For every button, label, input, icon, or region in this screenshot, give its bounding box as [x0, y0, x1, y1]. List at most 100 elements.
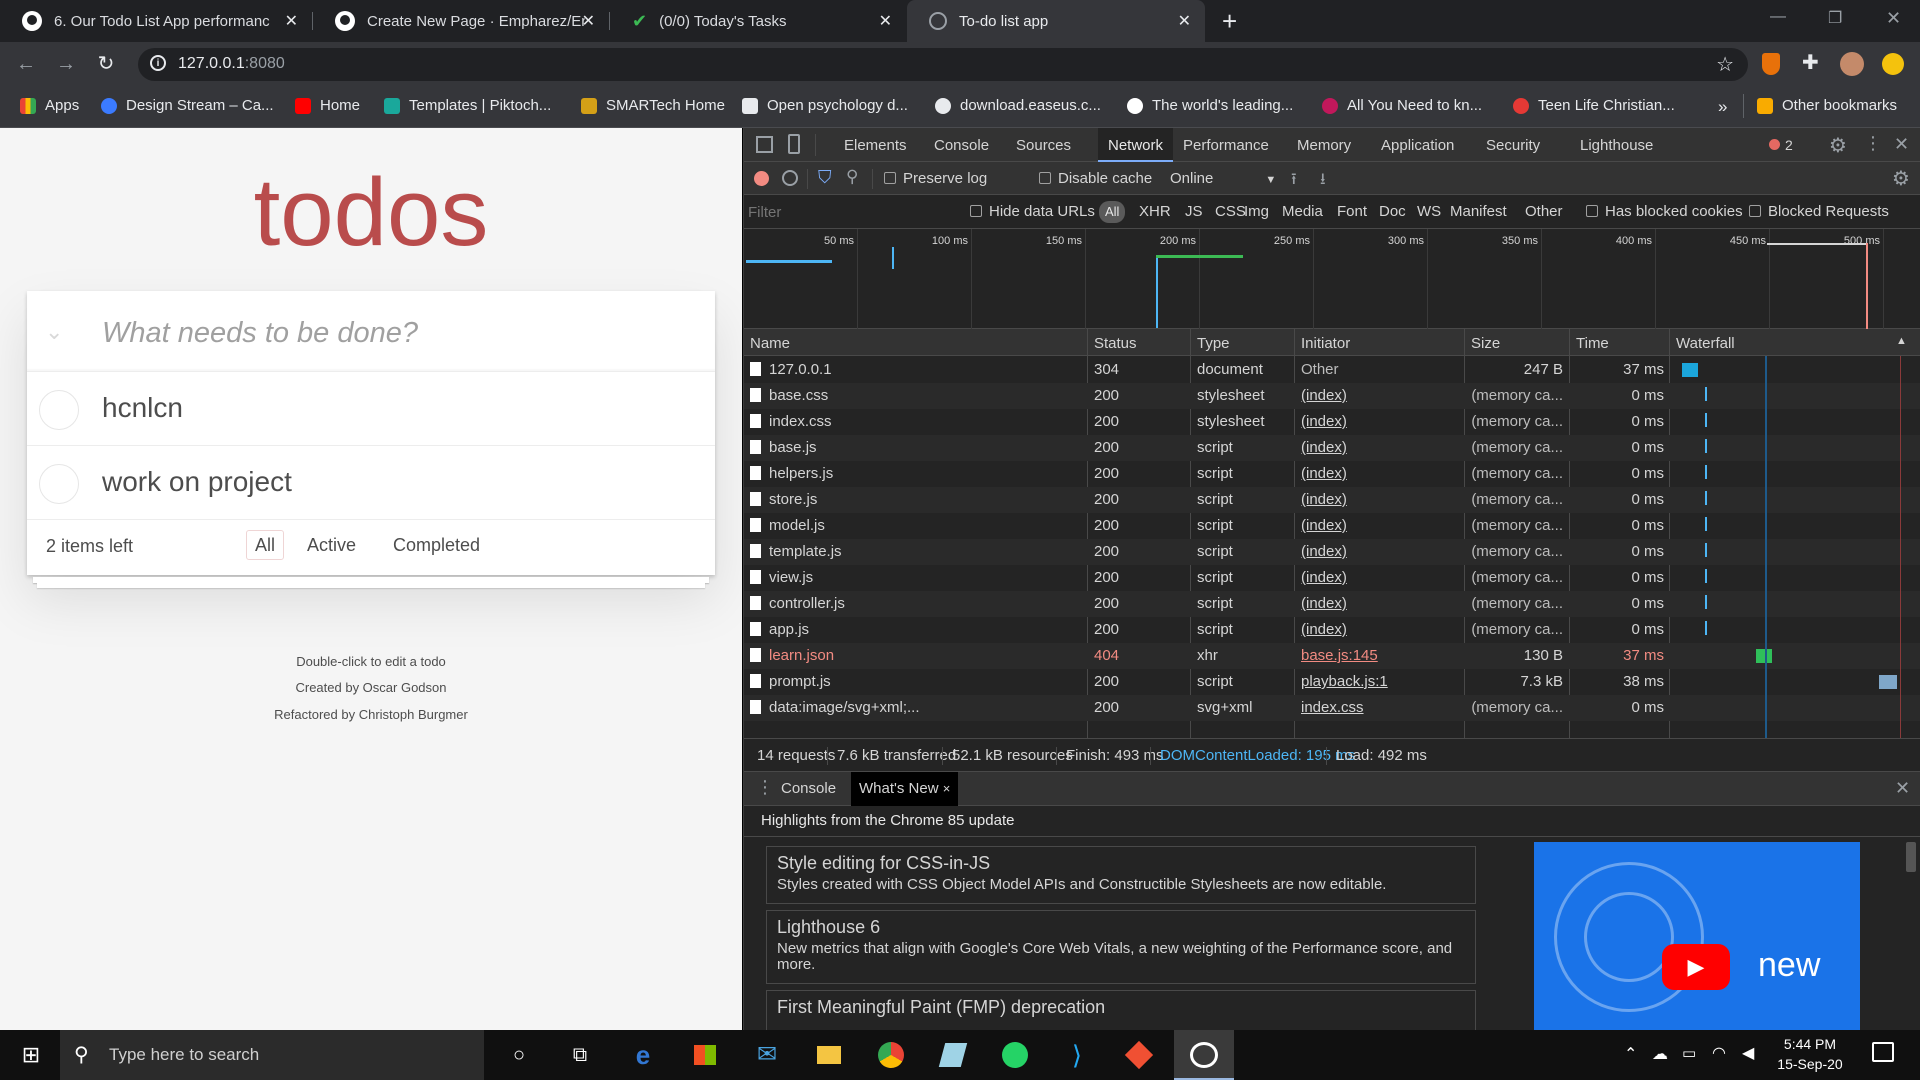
bookmark-open-psychology[interactable]: Open psychology d... — [742, 97, 908, 114]
type-filter-other[interactable]: Other — [1525, 203, 1563, 220]
column-name[interactable]: Name — [750, 335, 790, 352]
notifications-icon[interactable] — [1872, 1042, 1894, 1062]
tab-lighthouse[interactable]: Lighthouse — [1580, 137, 1653, 154]
preserve-log-checkbox[interactable]: Preserve log — [884, 170, 987, 187]
record-icon[interactable] — [754, 171, 769, 186]
file-explorer-icon[interactable] — [812, 1038, 846, 1072]
request-initiator[interactable]: index.css — [1301, 699, 1461, 716]
bookmark-teen-life[interactable]: Teen Life Christian... — [1513, 97, 1675, 114]
hide-data-urls-checkbox[interactable]: Hide data URLs — [970, 203, 1095, 220]
taskbar-search-box[interactable]: ⚲ Type here to search — [60, 1030, 484, 1080]
system-clock[interactable]: 5:44 PM 15-Sep-20 — [1765, 1034, 1855, 1074]
drawer-menu-icon[interactable]: ⋮ — [756, 777, 774, 798]
device-toolbar-icon[interactable] — [788, 134, 800, 154]
whats-new-card[interactable]: First Meaningful Paint (FMP) deprecation — [766, 990, 1476, 1030]
network-overview-timeline[interactable]: 50 ms 100 ms 150 ms 200 ms 250 ms 300 ms… — [744, 229, 1920, 329]
info-icon[interactable]: i — [150, 55, 166, 71]
import-har-icon[interactable]: ⭱ — [1291, 168, 1297, 195]
request-initiator[interactable]: playback.js:1 — [1301, 673, 1461, 690]
cortana-icon[interactable]: ○ — [502, 1038, 536, 1072]
whats-new-card[interactable]: Lighthouse 6 New metrics that align with… — [766, 910, 1476, 984]
whatsapp-icon[interactable] — [998, 1038, 1032, 1072]
volume-icon[interactable]: ◀ — [1742, 1043, 1754, 1063]
waterfall-bar[interactable] — [1705, 387, 1707, 401]
wifi-icon[interactable]: ◠ — [1712, 1043, 1726, 1063]
request-row[interactable]: helpers.js 200 script (index) (memory ca... 0… — [744, 461, 1920, 487]
request-row[interactable]: view.js 200 script (index) (memory ca... 0 ms — [744, 565, 1920, 591]
tab-performance[interactable]: Performance — [1183, 137, 1269, 154]
column-size[interactable]: Size — [1471, 335, 1500, 352]
brave-shield-icon[interactable] — [1762, 53, 1780, 75]
sort-ascending-icon[interactable]: ▲ — [1896, 335, 1907, 347]
tab-sources[interactable]: Sources — [1016, 137, 1071, 154]
request-row[interactable]: controller.js 200 script (index) (memory ca.… — [744, 591, 1920, 617]
request-initiator[interactable]: (index) — [1301, 595, 1461, 612]
bookmark-easeus[interactable]: download.easeus.c... — [935, 97, 1101, 114]
throttling-select[interactable]: Online ▼ — [1170, 170, 1276, 187]
task-view-icon[interactable]: ⧉ — [563, 1038, 597, 1072]
toggle-all-chevron-icon[interactable]: ⌄ — [45, 319, 63, 345]
request-initiator[interactable]: (index) — [1301, 491, 1461, 508]
close-drawer-tab-icon[interactable]: × — [943, 781, 951, 796]
bookmark-home[interactable]: Home — [295, 97, 360, 114]
request-row[interactable]: learn.json 404 xhr base.js:145 130 B 37 ms — [744, 643, 1920, 669]
column-waterfall[interactable]: Waterfall — [1676, 335, 1735, 352]
new-tab-button[interactable]: + — [1222, 6, 1237, 37]
waterfall-bar[interactable] — [1705, 491, 1707, 505]
request-initiator[interactable]: base.js:145 — [1301, 647, 1461, 664]
bookmark-apps[interactable]: Apps — [20, 97, 79, 114]
type-filter-all[interactable]: All — [1099, 201, 1126, 223]
waterfall-bar[interactable] — [1879, 675, 1897, 689]
request-row[interactable]: prompt.js 200 script playback.js:1 7.3 kB 38 … — [744, 669, 1920, 695]
chrome-icon[interactable] — [874, 1038, 908, 1072]
todo-checkbox[interactable] — [39, 390, 79, 430]
waterfall-bar[interactable] — [1705, 621, 1707, 635]
waterfall-bar[interactable] — [1705, 439, 1707, 453]
more-options-icon[interactable]: ⋮ — [1864, 133, 1882, 154]
reload-icon[interactable]: ↻ — [94, 52, 118, 76]
request-row[interactable]: app.js 200 script (index) (memory ca... 0 ms — [744, 617, 1920, 643]
column-type[interactable]: Type — [1197, 335, 1230, 352]
bookmark-templates[interactable]: Templates | Piktoch... — [384, 97, 551, 114]
todo-item[interactable]: hcnlcn — [27, 372, 715, 446]
close-window-icon[interactable]: ✕ — [1886, 8, 1901, 29]
settings-gear-icon[interactable]: ⚙ — [1829, 133, 1847, 158]
bookmark-all-you-need[interactable]: All You Need to kn... — [1322, 97, 1482, 114]
type-filter-media[interactable]: Media — [1282, 203, 1323, 220]
request-row[interactable]: data:image/svg+xml;... 200 svg+xml index.cs… — [744, 695, 1920, 721]
filter-active[interactable]: Active — [298, 530, 365, 560]
bookmark-star-icon[interactable]: ☆ — [1716, 52, 1734, 77]
browser-tab-3[interactable]: ✔ (0/0) Today's Tasks ✕ — [610, 0, 906, 42]
drawer-tab-whats-new[interactable]: What's New × — [851, 772, 959, 806]
search-icon[interactable]: ⚲ — [846, 167, 858, 187]
waterfall-bar[interactable] — [1705, 569, 1707, 583]
back-arrow-icon[interactable]: ← — [14, 52, 38, 76]
extension-coin-icon[interactable] — [1882, 53, 1904, 75]
taskbar-active-app[interactable] — [1174, 1030, 1234, 1080]
close-drawer-icon[interactable]: ✕ — [1895, 778, 1910, 799]
browser-tab-2[interactable]: Create New Page · Empharez/Enh ✕ — [313, 0, 609, 42]
request-row[interactable]: base.js 200 script (index) (memory ca... 0 ms — [744, 435, 1920, 461]
close-tab-icon[interactable]: ✕ — [879, 11, 892, 31]
request-initiator[interactable]: (index) — [1301, 621, 1461, 638]
store-icon[interactable] — [688, 1038, 722, 1072]
bookmarks-overflow-button[interactable]: » — [1718, 97, 1727, 117]
type-filter-js[interactable]: JS — [1185, 203, 1203, 220]
blocked-requests-checkbox[interactable]: Blocked Requests — [1749, 203, 1889, 220]
extensions-puzzle-icon[interactable]: ✚ — [1802, 50, 1819, 75]
edge-browser-icon[interactable]: e — [626, 1038, 660, 1072]
todo-checkbox[interactable] — [39, 464, 79, 504]
request-initiator[interactable]: (index) — [1301, 465, 1461, 482]
onedrive-cloud-icon[interactable]: ☁ — [1652, 1044, 1668, 1064]
forward-arrow-icon[interactable]: → — [54, 52, 78, 76]
type-filter-doc[interactable]: Doc — [1379, 203, 1406, 220]
tab-application[interactable]: Application — [1381, 137, 1454, 154]
drawer-scrollbar[interactable] — [1906, 842, 1916, 872]
drawer-tab-console[interactable]: Console — [781, 780, 836, 797]
type-filter-font[interactable]: Font — [1337, 203, 1367, 220]
request-row[interactable]: template.js 200 script (index) (memory ca...… — [744, 539, 1920, 565]
type-filter-img[interactable]: Img — [1244, 203, 1269, 220]
request-initiator[interactable]: (index) — [1301, 387, 1461, 404]
request-row[interactable]: store.js 200 script (index) (memory ca... 0 m… — [744, 487, 1920, 513]
request-initiator[interactable]: (index) — [1301, 413, 1461, 430]
